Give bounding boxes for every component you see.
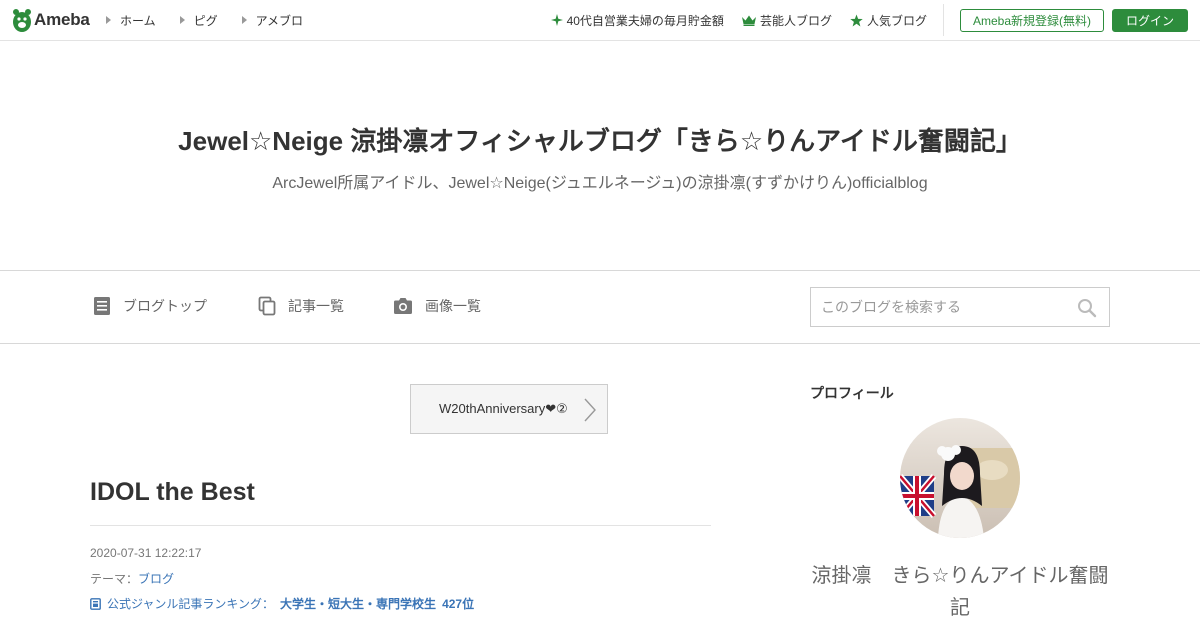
blog-subnav: ブログトップ 記事一覧 画像一覧 [0,270,1200,344]
ranking-label: 公式ジャンル記事ランキング： [107,597,275,611]
ameba-mascot-icon [13,9,31,32]
link-popular-blogs[interactable]: 人気ブログ [850,12,927,29]
logo-text: Ameba [34,10,90,29]
camera-icon [394,298,412,314]
entry-title[interactable]: IDOL the Best [90,478,255,507]
header-divider [942,4,944,36]
ameba-logo[interactable]: Ameba [12,7,90,33]
search-icon[interactable] [1077,298,1097,318]
link-celebrity-label: 芸能人ブログ [759,13,832,28]
blog-header: Jewel☆Neige 涼掛凛オフィシャルブログ「きら☆りんアイドル奮闘記」 A… [0,41,1200,270]
ranking-genre: 大学生・短大生・専門学校生 [280,597,437,611]
subnav-entry-list-label: 記事一覧 [288,298,344,314]
star-icon [850,14,863,26]
triangle-right-icon [241,16,247,24]
blog-search [810,287,1110,327]
entry-theme: テーマ：ブログ [90,570,174,587]
previous-entry-link[interactable]: W20thAnniversary❤② [410,384,608,434]
entry-theme-link[interactable]: ブログ [138,572,174,586]
link-savings-article[interactable]: 40代自営業夫婦の毎月貯金額 [550,12,724,29]
entry-ranking-link[interactable]: 公式ジャンル記事ランキング： 大学生・短大生・専門学校生 427位 [90,595,474,612]
global-nav: ホーム ピグ アメブロ [106,0,327,40]
avatar[interactable] [900,418,1020,538]
ranking-icon [90,597,101,610]
profile-photo [900,418,1020,538]
chevron-right-icon [584,398,596,422]
triangle-right-icon [179,16,185,24]
copy-icon [258,296,276,316]
register-button[interactable]: Ameba新規登録(無料) [959,8,1104,32]
subnav-image-list[interactable]: 画像一覧 [393,296,481,316]
sparkle-icon [550,14,563,26]
link-savings-label: 40代自営業夫婦の毎月貯金額 [566,13,724,28]
subnav-entry-list[interactable]: 記事一覧 [258,296,344,316]
nav-ameblo-label: アメブロ [255,13,304,28]
search-input[interactable] [811,288,1071,326]
ranking-rank: 427位 [442,597,475,611]
nav-home-label: ホーム [120,13,156,28]
profile-name[interactable]: 涼掛凛 きら☆りんアイドル奮闘記 [810,560,1110,624]
previous-entry-title: W20thAnniversary❤② [439,401,568,416]
crown-icon [741,15,756,26]
nav-pigg-label: ピグ [193,13,218,28]
global-header: Ameba ホーム ピグ アメブロ 40代自営業夫婦の毎月貯金額 芸能人ブログ … [0,0,1200,41]
entry-date: 2020-07-31 12:22:17 [90,546,202,560]
triangle-right-icon [106,16,111,24]
profile-heading: プロフィール [810,385,894,401]
link-celebrity-blogs[interactable]: 芸能人ブログ [741,12,832,29]
subnav-blog-top[interactable]: ブログトップ [93,296,207,316]
blog-title[interactable]: Jewel☆Neige 涼掛凛オフィシャルブログ「きら☆りんアイドル奮闘記」 [0,121,1200,158]
header-right: 40代自営業夫婦の毎月貯金額 芸能人ブログ 人気ブログ Ameba新規登録(無料… [550,0,1200,40]
link-popular-label: 人気ブログ [866,13,927,28]
nav-home[interactable]: ホーム [106,12,156,29]
login-button[interactable]: ログイン [1111,8,1188,32]
document-icon [94,297,110,315]
subnav-blog-top-label: ブログトップ [123,298,207,314]
entry-theme-label: テーマ： [90,572,139,586]
blog-description: ArcJewel所属アイドル、Jewel☆Neige(ジュエルネージュ)の涼掛凛… [272,175,928,192]
nav-ameblo[interactable]: アメブロ [241,12,304,29]
entry-title-divider [90,525,711,526]
nav-pigg[interactable]: ピグ [179,12,218,29]
subnav-image-list-label: 画像一覧 [425,298,481,314]
